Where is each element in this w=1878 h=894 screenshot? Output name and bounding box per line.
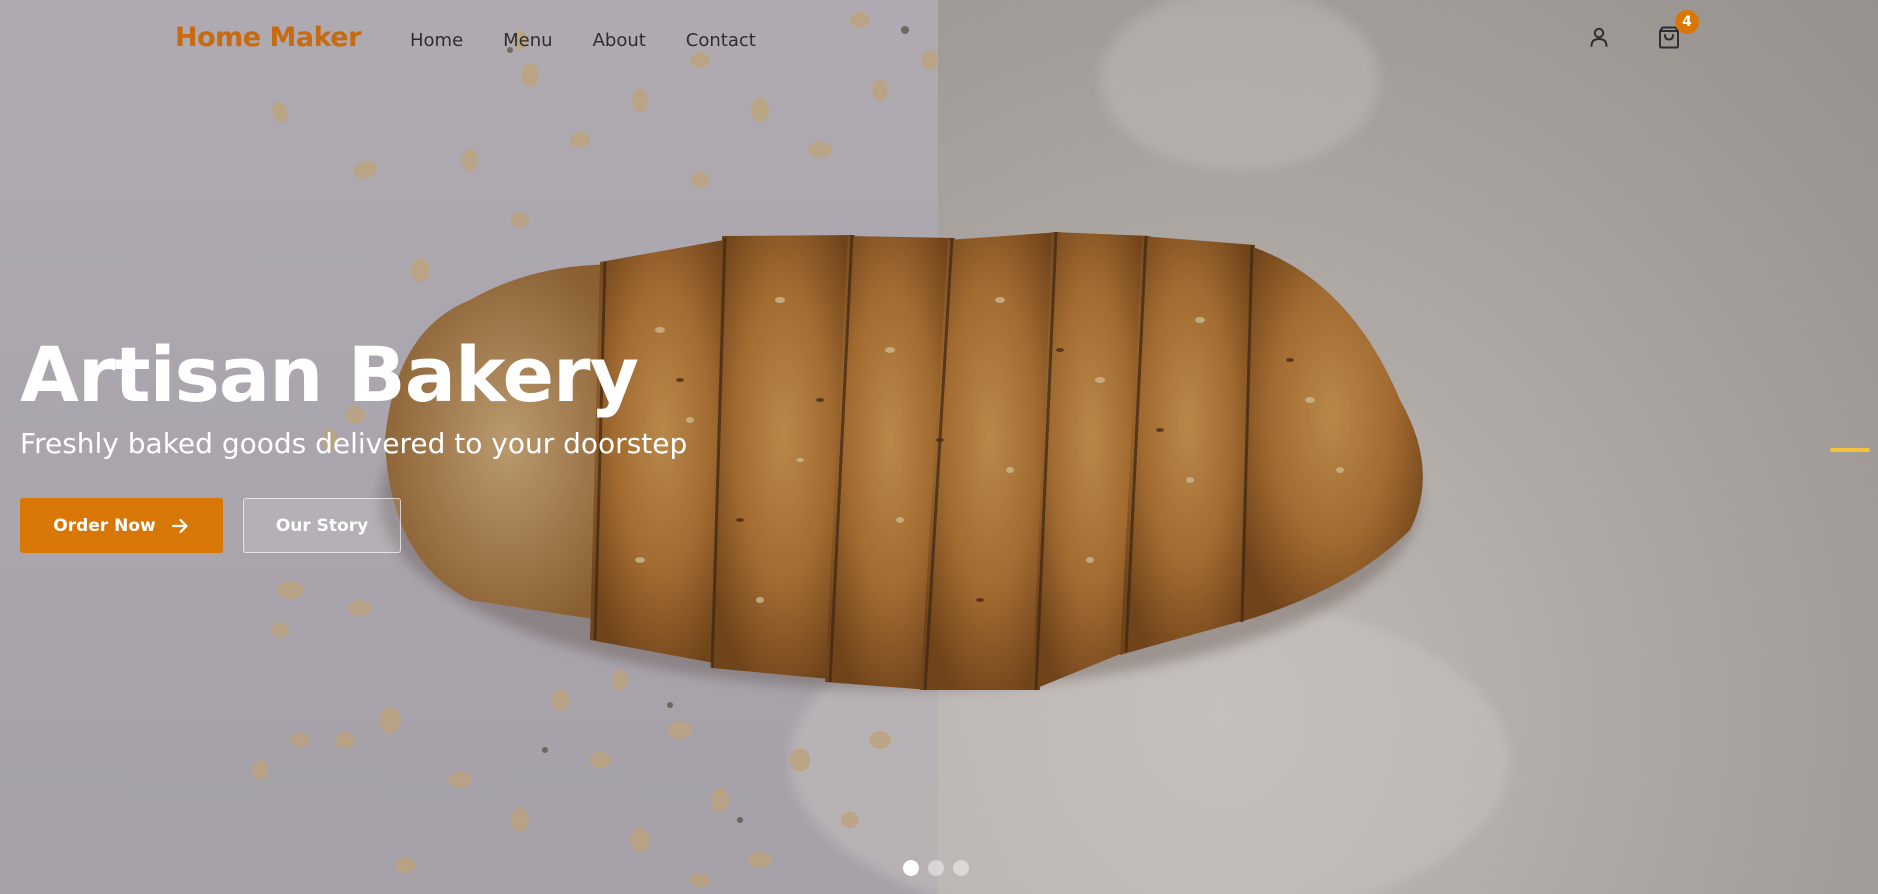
hero-subtitle: Freshly baked goods delivered to your do… [20, 427, 688, 460]
top-nav: Home Maker Home Menu About Contact 4 [0, 0, 1878, 80]
nav-icons: 4 [1586, 10, 1699, 50]
nav-link-menu[interactable]: Menu [503, 30, 552, 51]
order-now-label: Order Now [53, 515, 156, 536]
nav-link-contact[interactable]: Contact [686, 30, 756, 51]
carousel-dot-3[interactable] [953, 860, 969, 876]
arrow-right-icon [171, 518, 188, 533]
hero-content: Artisan Bakery Freshly baked goods deliv… [20, 330, 687, 553]
cart-button[interactable]: 4 [1656, 10, 1699, 50]
user-icon [1590, 27, 1608, 47]
nav-link-home[interactable]: Home [410, 30, 463, 51]
hero-title: Artisan Bakery [20, 330, 639, 419]
nav-links: Home Menu About Contact [410, 30, 796, 51]
carousel-dots [903, 860, 969, 876]
carousel-dot-1[interactable] [903, 860, 919, 876]
hero-section: Home Maker Home Menu About Contact 4 Art… [0, 0, 1878, 894]
order-now-button[interactable]: Order Now [20, 498, 223, 553]
nav-link-about[interactable]: About [593, 30, 646, 51]
our-story-button[interactable]: Our Story [243, 498, 401, 553]
hero-cta-row: Order Now Our Story [20, 498, 687, 553]
brand-logo[interactable]: Home Maker [175, 22, 361, 53]
account-button[interactable] [1586, 24, 1612, 50]
carousel-dot-2[interactable] [928, 860, 944, 876]
slide-progress-indicator [1830, 448, 1870, 452]
cart-count-badge: 4 [1675, 10, 1699, 34]
